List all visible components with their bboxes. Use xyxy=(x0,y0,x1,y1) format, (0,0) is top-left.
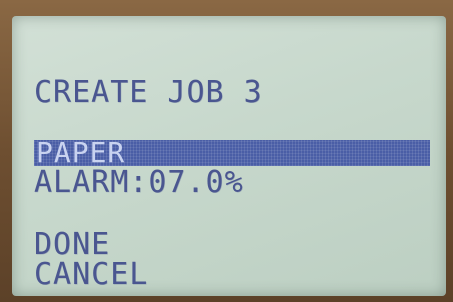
menu-item-alarm[interactable]: ALARM:07.0% xyxy=(34,168,244,198)
menu-item-paper-label: PAPER xyxy=(36,136,126,169)
alarm-label: ALARM: xyxy=(34,165,149,200)
done-option[interactable]: DONE xyxy=(34,230,110,260)
cancel-option[interactable]: CANCEL xyxy=(34,260,148,290)
lcd-screen: CREATE JOB 3 PAPER ALARM:07.0% DONE CANC… xyxy=(12,16,446,296)
alarm-value: 07.0% xyxy=(148,165,244,200)
menu-item-paper[interactable]: PAPER xyxy=(34,136,430,169)
screen-title: CREATE JOB 3 xyxy=(34,75,263,110)
